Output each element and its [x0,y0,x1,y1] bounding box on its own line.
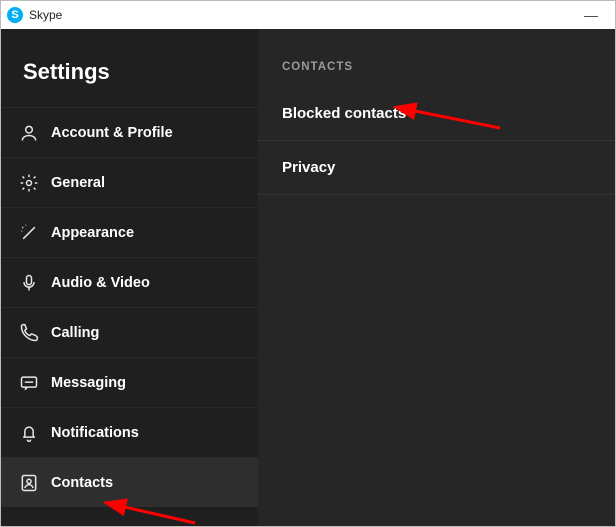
sidebar-item-label: Notifications [51,425,139,441]
mic-icon [19,272,45,294]
content-row-label: Blocked contacts [282,105,406,122]
content-section-title: CONTACTS [258,29,615,87]
sidebar-item-contacts[interactable]: Contacts [1,457,258,507]
sidebar-item-label: Appearance [51,225,134,241]
sidebar-item-notifications[interactable]: Notifications [1,407,258,457]
client-area: Settings Account & Profile General [1,29,615,526]
content-row-blocked-contacts[interactable]: Blocked contacts [258,87,615,141]
window-titlebar: S Skype — [1,1,615,29]
phone-icon [19,322,45,344]
app-window: S Skype — Settings Account & Profile [0,0,616,527]
sidebar-item-label: Account & Profile [51,125,173,141]
sidebar-item-audio-video[interactable]: Audio & Video [1,257,258,307]
sidebar-item-account-profile[interactable]: Account & Profile [1,107,258,157]
window-minimize-button[interactable]: — [573,7,609,23]
window-title: Skype [29,8,62,22]
sidebar-item-label: Audio & Video [51,275,150,291]
content-row-privacy[interactable]: Privacy [258,141,615,195]
settings-sidebar: Settings Account & Profile General [1,29,258,526]
wand-icon [19,222,45,244]
sidebar-item-calling[interactable]: Calling [1,307,258,357]
message-icon [19,372,45,394]
sidebar-item-messaging[interactable]: Messaging [1,357,258,407]
bell-icon [19,422,45,444]
sidebar-item-label: Contacts [51,475,113,491]
settings-title: Settings [1,29,258,107]
contacts-icon [19,472,45,494]
sidebar-item-label: Calling [51,325,99,341]
skype-logo-icon: S [7,7,23,23]
sidebar-item-general[interactable]: General [1,157,258,207]
user-icon [19,122,45,144]
sidebar-item-label: Messaging [51,375,126,391]
gear-icon [19,172,45,194]
sidebar-item-appearance[interactable]: Appearance [1,207,258,257]
content-row-label: Privacy [282,159,335,176]
sidebar-item-label: General [51,175,105,191]
settings-content: CONTACTS Blocked contacts Privacy [258,29,615,526]
